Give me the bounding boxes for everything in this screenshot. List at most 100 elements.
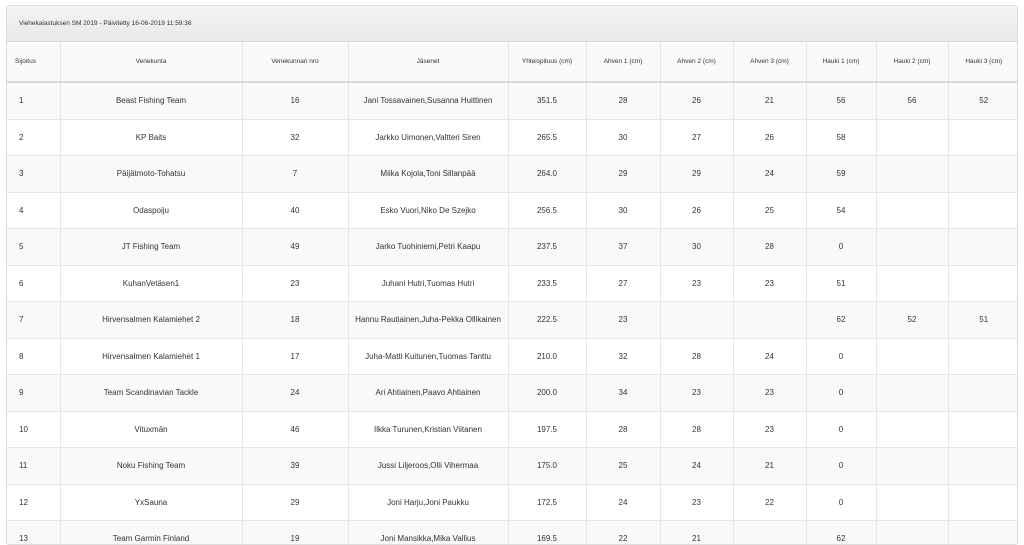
pike-1-cell: 0: [806, 411, 876, 448]
perch-1-cell: 30: [586, 119, 660, 156]
rank-cell: 1: [7, 82, 60, 119]
boat-number-cell: 39: [242, 448, 348, 485]
table-row: 10Vituxmän46Ilkka Turunen,Kristian Viita…: [7, 411, 1018, 448]
team-cell: Beast Fishing Team: [60, 82, 242, 119]
rank-cell: 10: [7, 411, 60, 448]
rank-cell: 4: [7, 192, 60, 229]
perch-2-cell: 23: [660, 265, 733, 302]
rank-cell: 2: [7, 119, 60, 156]
total-length-cell: 210.0: [508, 338, 586, 375]
team-cell: Päijätmoto-Tohatsu: [60, 156, 242, 193]
perch-2-cell: 29: [660, 156, 733, 193]
results-table: SijoitusVenekuntaVenekunnan nroJäsenetYh…: [7, 42, 1018, 545]
total-length-cell: 172.5: [508, 484, 586, 521]
members-cell: Juha-Matti Kuitunen,Tuomas Tanttu: [348, 338, 508, 375]
header-team[interactable]: Venekunta: [60, 42, 242, 82]
pike-2-cell: [876, 156, 948, 193]
rank-cell: 12: [7, 484, 60, 521]
pike-2-cell: [876, 229, 948, 266]
pike-2-cell: [876, 265, 948, 302]
header-members[interactable]: Jäsenet: [348, 42, 508, 82]
table-body: 1Beast Fishing Team16Jani Tossavainen,Su…: [7, 82, 1018, 545]
perch-3-cell: 21: [733, 82, 806, 119]
team-cell: Noku Fishing Team: [60, 448, 242, 485]
perch-2-cell: 28: [660, 338, 733, 375]
total-length-cell: 265.5: [508, 119, 586, 156]
header-perch-3[interactable]: Ahven 3 (cm): [733, 42, 806, 82]
perch-1-cell: 37: [586, 229, 660, 266]
pike-1-cell: 62: [806, 302, 876, 339]
header-pike-3[interactable]: Hauki 3 (cm): [948, 42, 1018, 82]
header-rank[interactable]: Sijoitus: [7, 42, 60, 82]
header-pike-1[interactable]: Hauki 1 (cm): [806, 42, 876, 82]
pike-1-cell: 0: [806, 229, 876, 266]
perch-1-cell: 24: [586, 484, 660, 521]
team-cell: KuhanVetäsen1: [60, 265, 242, 302]
perch-3-cell: [733, 521, 806, 545]
team-cell: YxSauna: [60, 484, 242, 521]
team-cell: JT Fishing Team: [60, 229, 242, 266]
boat-number-cell: 29: [242, 484, 348, 521]
perch-1-cell: 25: [586, 448, 660, 485]
table-row: 8Hirvensalmen Kalamiehet 117Juha-Matti K…: [7, 338, 1018, 375]
pike-3-cell: [948, 411, 1018, 448]
team-cell: Hirvensalmen Kalamiehet 1: [60, 338, 242, 375]
perch-3-cell: 23: [733, 375, 806, 412]
members-cell: Ari Ahtiainen,Paavo Ahtiainen: [348, 375, 508, 412]
perch-2-cell: 28: [660, 411, 733, 448]
perch-2-cell: 26: [660, 192, 733, 229]
perch-3-cell: 24: [733, 156, 806, 193]
rank-cell: 9: [7, 375, 60, 412]
members-cell: Joni Mansikka,Mika Vallius: [348, 521, 508, 545]
pike-2-cell: [876, 448, 948, 485]
members-cell: Ilkka Turunen,Kristian Viitanen: [348, 411, 508, 448]
boat-number-cell: 17: [242, 338, 348, 375]
pike-3-cell: [948, 192, 1018, 229]
rank-cell: 7: [7, 302, 60, 339]
header-pike-2[interactable]: Hauki 2 (cm): [876, 42, 948, 82]
team-cell: Hirvensalmen Kalamiehet 2: [60, 302, 242, 339]
perch-1-cell: 32: [586, 338, 660, 375]
rank-cell: 11: [7, 448, 60, 485]
team-cell: Team Garmin Finland: [60, 521, 242, 545]
header-perch-2[interactable]: Ahven 2 (cm): [660, 42, 733, 82]
pike-2-cell: [876, 338, 948, 375]
perch-3-cell: 24: [733, 338, 806, 375]
pike-2-cell: 56: [876, 82, 948, 119]
pike-3-cell: [948, 156, 1018, 193]
members-cell: Esko Vuori,Niko De Szejko: [348, 192, 508, 229]
boat-number-cell: 16: [242, 82, 348, 119]
boat-number-cell: 19: [242, 521, 348, 545]
perch-2-cell: 27: [660, 119, 733, 156]
boat-number-cell: 32: [242, 119, 348, 156]
header-perch-1[interactable]: Ahven 1 (cm): [586, 42, 660, 82]
boat-number-cell: 49: [242, 229, 348, 266]
header-boat-number[interactable]: Venekunnan nro: [242, 42, 348, 82]
members-cell: Jarko Tuohiniemi,Petri Kaapu: [348, 229, 508, 266]
perch-3-cell: 23: [733, 265, 806, 302]
table-row: 4Odaspoiju40Esko Vuori,Niko De Szejko256…: [7, 192, 1018, 229]
pike-2-cell: [876, 484, 948, 521]
pike-1-cell: 59: [806, 156, 876, 193]
rank-cell: 8: [7, 338, 60, 375]
team-cell: Team Scandinavian Tackle: [60, 375, 242, 412]
pike-1-cell: 0: [806, 375, 876, 412]
members-cell: Jussi Liljeroos,Olli Vihermaa: [348, 448, 508, 485]
table-row: 12YxSauna29Joni Harju,Joni Paukku172.524…: [7, 484, 1018, 521]
members-cell: Jarkko Uimonen,Valtteri Siren: [348, 119, 508, 156]
pike-3-cell: [948, 448, 1018, 485]
members-cell: Jani Tossavainen,Susanna Huittinen: [348, 82, 508, 119]
header-total-length[interactable]: Yhteispituus (cm): [508, 42, 586, 82]
pike-1-cell: 54: [806, 192, 876, 229]
perch-1-cell: 22: [586, 521, 660, 545]
total-length-cell: 200.0: [508, 375, 586, 412]
table-row: 2KP Baits32Jarkko Uimonen,Valtteri Siren…: [7, 119, 1018, 156]
pike-3-cell: [948, 338, 1018, 375]
table-row: 9Team Scandinavian Tackle24Ari Ahtiainen…: [7, 375, 1018, 412]
team-cell: Vituxmän: [60, 411, 242, 448]
table-row: 7Hirvensalmen Kalamiehet 218Hannu Rautia…: [7, 302, 1018, 339]
pike-2-cell: [876, 411, 948, 448]
table-row: 1Beast Fishing Team16Jani Tossavainen,Su…: [7, 82, 1018, 119]
pike-2-cell: 52: [876, 302, 948, 339]
rank-cell: 3: [7, 156, 60, 193]
